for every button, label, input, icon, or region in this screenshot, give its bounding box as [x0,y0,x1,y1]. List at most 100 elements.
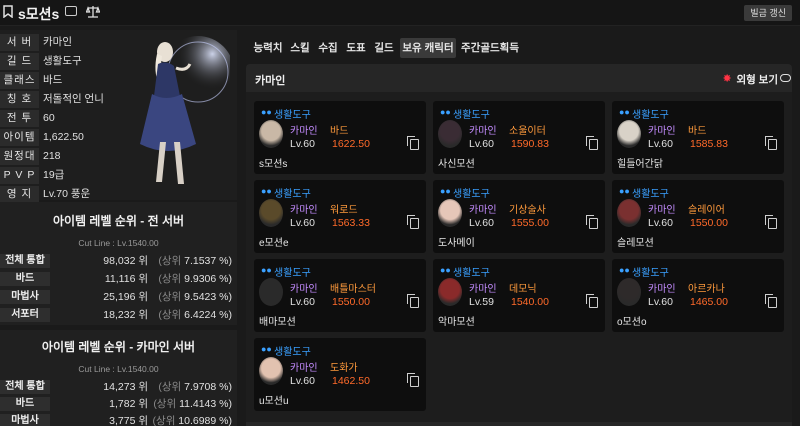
rank-percent-value: 11.4143 %) [179,398,232,410]
rank-value: 14,273 위 [103,381,148,393]
rank-percent-value: 9.5423 %) [184,291,232,303]
copy-icon[interactable] [765,136,777,150]
rank-percent: (상위 11.4143 %) [150,397,232,411]
copy-icon[interactable] [407,294,419,308]
rank-percent-prefix: (상위 [158,291,182,303]
copy-icon[interactable] [586,294,598,308]
guild-members-icon: ●● [261,344,272,354]
card-character-name[interactable]: e모션e [259,234,289,249]
copy-icon[interactable] [407,373,419,387]
rank-value: 18,232 위 [103,309,148,321]
profile-value: 바드 [43,74,63,86]
card-guild: 생활도구 [453,268,490,279]
card-character-name[interactable]: s모션s [259,155,287,170]
copy-icon[interactable] [765,294,777,308]
top-bar: s모션s 빌금 갱신 [0,0,800,26]
sparkle-icon: ✸ [722,73,732,85]
card-class: 도화가 [330,363,358,374]
card-item-level: 1555.00 [511,217,549,229]
card-guild: 생활도구 [632,110,669,121]
profile-value: 1,622.50 [43,131,84,143]
card-guild: 생활도구 [453,189,490,200]
rank-percent-prefix: (상위 [158,255,182,267]
rank-label: 바드 [0,397,50,411]
rank-label: 바드 [0,272,50,286]
profile-label: 길 드 [0,53,39,70]
card-character-name[interactable]: 슬레모션 [617,234,654,249]
character-card[interactable]: ●● 생활도구 카마인 기상술사 Lv.60 1555.00 도사메이 [433,180,605,253]
character-card[interactable]: ●● 생활도구 카마인 슬레이어 Lv.60 1550.00 슬레모션 [612,180,784,253]
copy-icon[interactable] [586,136,598,150]
character-card[interactable]: ●● 생활도구 카마인 아르카나 Lv.60 1465.00 o모션o [612,259,784,332]
bookmark-icon[interactable] [3,5,13,21]
rank-row: 마법사 3,775 위 (상위 10.6989 %) [0,414,237,426]
refresh-button[interactable]: 빌금 갱신 [744,5,792,21]
guild-members-icon: ●● [261,265,272,275]
rank-value: 1,782 위 [109,398,148,410]
character-card[interactable]: ●● 생활도구 카마인 바드 Lv.60 1622.50 s모션s [254,101,426,174]
character-card[interactable]: ●● 생활도구 카마인 워로드 Lv.60 1563.33 e모션e [254,180,426,253]
tab-collection[interactable]: 수집 [314,38,342,58]
tab-stats[interactable]: 능력치 [250,38,286,58]
card-character-name[interactable]: u모션u [259,392,289,407]
tab-owned-characters[interactable]: 보유 캐릭터 [400,38,456,58]
card-character-name[interactable]: 사신모션 [438,155,475,170]
profile-label: 서 버 [0,34,39,51]
card-character-name[interactable]: o모션o [617,313,647,328]
roster-server-title: 카마인 [255,75,286,87]
profile-value: 카마인 [43,36,72,48]
card-server: 카마인 [469,126,497,137]
tab-guild[interactable]: 길드 [370,38,398,58]
card-level: Lv.60 [648,217,673,229]
copy-icon[interactable] [407,136,419,150]
profile-section: 서 버 카마인 길 드 생활도구 클래스 바드 칭 호 저돌적인 언니 전 투 60 아이… [0,30,237,203]
profile-label: 아이템 [0,129,39,146]
card-character-name[interactable]: 도사메이 [438,234,475,249]
ranking-server: 아이템 레벨 순위 - 카마인 서버 Cut Line : Lv.1540.00… [0,330,237,426]
card-server: 카마인 [290,126,318,137]
card-character-name[interactable]: 악마모션 [438,313,475,328]
card-character-name[interactable]: 배마모션 [259,313,296,328]
character-card[interactable]: ●● 생활도구 카마인 배틀마스터 Lv.60 1550.00 배마모션 [254,259,426,332]
scale-icon[interactable] [85,5,101,21]
card-item-level: 1590.83 [511,138,549,150]
tab-skills[interactable]: 스킬 [286,38,314,58]
card-server: 카마인 [469,205,497,216]
ranking-server-title: 아이템 레벨 순위 - 카마인 서버 [41,340,196,354]
appearance-toggle[interactable]: ✸ 외형 보기 [722,72,791,87]
rank-value: 98,032 위 [103,255,148,267]
card-character-name[interactable]: 힐들어간닭 [617,155,663,170]
rank-percent-prefix: (상위 [158,273,182,285]
toggle-switch-icon[interactable] [780,74,791,82]
rank-row: 전체 통합 98,032 위 (상위 7.1537 %) [0,254,237,268]
tab-weekly-gold[interactable]: 주간골드획득 [458,38,522,58]
rank-percent-value: 6.4224 %) [184,309,232,321]
profile-label: P V P [0,167,39,184]
card-item-level: 1550.00 [332,296,370,308]
card-class: 바드 [688,126,707,137]
guild-members-icon: ●● [440,186,451,196]
rank-row: 서포터 18,232 위 (상위 6.4224 %) [0,308,237,322]
copy-icon[interactable] [765,215,777,229]
character-avatar [259,120,283,148]
card-class: 바드 [330,126,349,137]
card-item-level: 1563.33 [332,217,370,229]
rank-percent: (상위 6.4224 %) [150,308,232,322]
character-card[interactable]: ●● 생활도구 카마인 도화가 Lv.60 1462.50 u모션u [254,338,426,411]
character-card[interactable]: ●● 생활도구 카마인 데모닉 Lv.59 1540.00 악마모션 [433,259,605,332]
card-server: 카마인 [290,205,318,216]
profile-value: 19급 [43,169,65,181]
profile-value: Lv.70 풍운 [43,188,91,200]
rank-row: 마법사 25,196 위 (상위 9.5423 %) [0,290,237,304]
card-level: Lv.60 [648,138,673,150]
profile-value: 생활도구 [43,55,82,67]
copy-icon[interactable] [407,215,419,229]
rank-percent-value: 9.9306 %) [184,273,232,285]
character-card[interactable]: ●● 생활도구 카마인 바드 Lv.60 1585.83 힐들어간닭 [612,101,784,174]
rank-label: 전체 통합 [0,254,50,268]
character-card[interactable]: ●● 생활도구 카마인 소울이터 Lv.60 1590.83 사신모션 [433,101,605,174]
tab-chart[interactable]: 도표 [342,38,370,58]
rank-percent: (상위 9.5423 %) [150,290,232,304]
id-card-icon[interactable] [65,6,77,16]
copy-icon[interactable] [586,215,598,229]
